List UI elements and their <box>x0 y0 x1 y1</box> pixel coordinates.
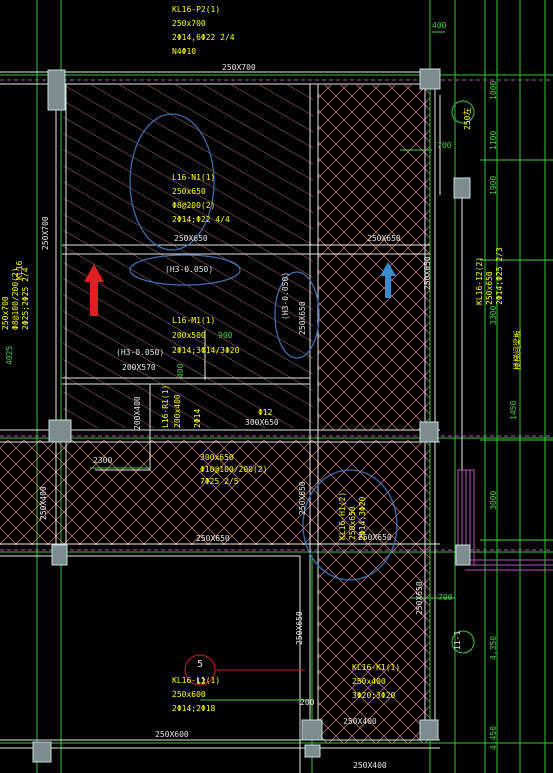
dim-700-a: 700 <box>437 141 452 150</box>
beam-250x650-a: 250X650 <box>174 234 208 243</box>
label-kl-300: 300x650 <box>200 453 234 462</box>
column <box>453 177 471 199</box>
label-kl16-l1-size: 250x600 <box>172 690 206 699</box>
label-kl16-p2-bars: 2Φ14,6Φ22 2/4 <box>172 33 235 42</box>
beam-250x650-mid: 250X650 <box>196 534 230 543</box>
slab-zone-cross-hatch-right <box>318 85 430 430</box>
column <box>455 544 471 566</box>
beam-250x600: 250X600 <box>155 730 189 739</box>
column <box>32 741 52 763</box>
label-kl16-l1: KL16-L1(1) <box>172 676 220 685</box>
dim-4450: 4,450 <box>489 726 498 750</box>
dim-4025: 4025 <box>5 346 14 365</box>
label-kl16-12-bars: 2Φ14;Φ25 2/3 <box>495 247 504 305</box>
column <box>51 544 68 566</box>
label-l16-n1: L16-N1(1) <box>172 173 215 182</box>
beam-250x650-bottom: 250X650 <box>415 581 424 615</box>
beam-200x570: 200X570 <box>122 363 156 372</box>
slab-hatching <box>0 85 430 743</box>
elev-3: (H3-0.050) <box>116 348 164 357</box>
column <box>48 419 72 443</box>
label-kl16-p2: KL16-P2(1) <box>172 5 220 14</box>
slab-zone-cross-hatch-lower <box>318 545 430 743</box>
structural-beam-plan: KL16-P2(1) 250x700 2Φ14,6Φ22 2/4 N4Φ10 4… <box>0 0 553 773</box>
beam-250x400-b: 250X400 <box>343 717 377 726</box>
label-kl16-h1-size: 250x650 <box>348 506 357 540</box>
dim-400-top: 400 <box>432 21 447 30</box>
dim-400-mid: 400 <box>176 363 185 378</box>
dim-900: 900 <box>218 331 233 340</box>
beam-250x700: 250X700 <box>222 63 256 72</box>
label-l16-r1-bars: 2Φ14 <box>193 409 202 428</box>
axis-label-5: 5 <box>197 659 203 670</box>
dim-1000: 1000 <box>489 81 498 100</box>
label-kl16-12: KL16-12(2) <box>475 257 484 305</box>
label-kl16-p2-n: N4Φ10 <box>172 47 196 56</box>
dim-3000: 3000 <box>489 491 498 510</box>
label-kl16-k1: KL16-K1(1) <box>352 663 400 672</box>
column <box>419 421 439 443</box>
beam-250x650-right: 250X650 <box>423 256 432 290</box>
beam-250x650-b: 250X650 <box>367 234 401 243</box>
dim-200: 200 <box>300 698 315 707</box>
left-note-3: Φ8@100/200(2) <box>11 267 20 330</box>
left-note-4: 2Φ25;2Φ25 2/4 <box>21 267 30 330</box>
label-l16-n1-bars: 2Φ14;Φ22 4/4 <box>172 215 230 224</box>
column <box>419 719 439 741</box>
label-l16-r1: L16-R1(1) <box>161 385 170 428</box>
label-kl16-p2-size: 250x700 <box>172 19 206 28</box>
label-kl16-12-size: 250x650 <box>485 271 494 305</box>
beam-250x400-bottom: 250X400 <box>353 761 387 770</box>
dim-3300: 3300 <box>489 306 498 325</box>
beam-300x650: 300X650 <box>245 418 279 427</box>
dim-1100: 1100 <box>489 131 498 150</box>
elev-2: (H3-0.050) <box>281 272 290 320</box>
label-kl16-k1-size: 250x400 <box>352 677 386 686</box>
label-l16-n1-size: 250x650 <box>172 187 206 196</box>
left-note-2: 250x700 <box>1 296 10 330</box>
column <box>47 69 66 111</box>
column <box>419 68 441 90</box>
r-note: Φ12 <box>258 408 273 417</box>
label-l16-n1-stirrup: Φ8@200(2) <box>172 201 215 210</box>
label-l16-m1: L16-M1(1) <box>172 316 215 325</box>
slab-zone-single-hatch <box>63 85 313 428</box>
beam-250x650-v: 250X650 <box>298 301 307 335</box>
axis-label-11: 11-1 <box>453 631 462 650</box>
label-kl-300-bars: 7Φ25 2/5 <box>200 477 239 486</box>
column <box>301 719 323 741</box>
label-l16-m1-size: 200x500 <box>172 331 206 340</box>
label-l16-m1-bars: 2Φ14;3Φ14/3Φ20 <box>172 346 240 355</box>
label-kl16-k1-bars: 3Φ20;3Φ20 <box>352 691 396 700</box>
label-kl-300-stirrup: Φ10@100/200(2) <box>200 465 267 474</box>
label-kl16-h1: KL16-H1(2) <box>338 492 347 540</box>
beam-250x400-left: 250X400 <box>39 486 48 520</box>
dim-4350: 4,350 <box>489 636 498 660</box>
stair-note: 楼梯间梁板 <box>512 330 522 370</box>
note-250: 250左 <box>462 108 472 130</box>
beam-250x700-left: 250X700 <box>41 216 50 250</box>
dim-700-b: 700 <box>438 593 453 602</box>
beam-250x650-v3: 250X650 <box>295 611 304 645</box>
label-l16-r1-size: 200x400 <box>173 394 182 428</box>
label-kl16-l1-bars: 2Φ14;2Φ18 <box>172 704 216 713</box>
beam-250x650-c: 250X650 <box>358 533 392 542</box>
dim-2300: 2300 <box>93 456 112 465</box>
dim-1900: 1900 <box>489 176 498 195</box>
dim-1450: 1450 <box>509 401 518 420</box>
elev-1: (H3-0.050) <box>165 265 213 274</box>
beam-250x650-v2: 250X650 <box>298 481 307 515</box>
column <box>304 744 321 758</box>
beam-200x400: 200X400 <box>133 396 142 430</box>
